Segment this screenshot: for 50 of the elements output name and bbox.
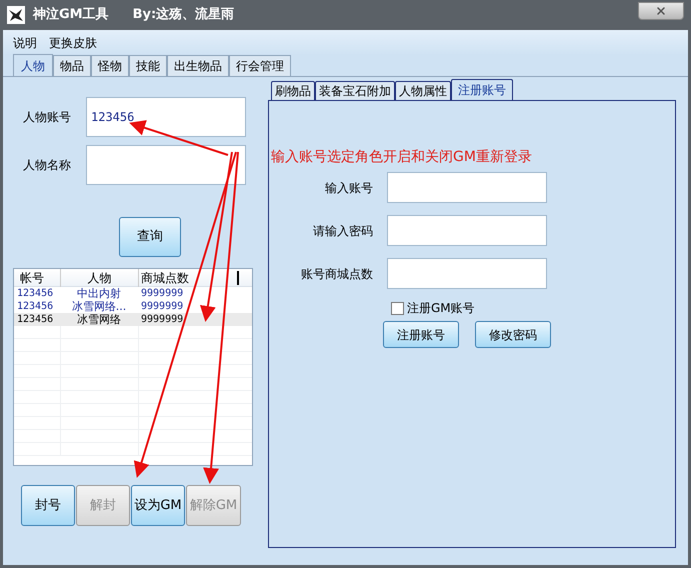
tab[interactable]: 技能 [129, 55, 167, 76]
tab[interactable]: 刷物品 [271, 81, 315, 100]
column-header[interactable]: 人物 [60, 269, 138, 286]
tab[interactable]: 注册账号 [451, 79, 513, 100]
tab[interactable]: 行会管理 [229, 55, 291, 76]
tab[interactable]: 物品 [53, 55, 91, 76]
table-row[interactable]: 123456 冰雪网络... 9999999 [14, 300, 252, 313]
tab[interactable]: 装备宝石附加 [315, 81, 395, 100]
input-field[interactable] [387, 172, 547, 203]
table-cell-text: 9999999 [140, 313, 184, 326]
menu-item[interactable]: 更换皮肤 [49, 34, 97, 52]
field-label: 请输入密码 [312, 222, 374, 240]
window-title: 神泣GM工具 [33, 6, 109, 24]
field-label: 账号商城点数 [300, 266, 374, 282]
action-button[interactable]: 设为GM [131, 485, 185, 526]
table-cell-text: 123456 [16, 313, 54, 326]
input-field[interactable] [387, 258, 547, 289]
window-author: By:这殇、流星雨 [132, 6, 234, 24]
table-cell-text: 9999999 [140, 287, 184, 300]
table-row[interactable]: 123456 冰雪网络 9999999 [14, 313, 252, 326]
column-header[interactable]: 商城点数 [138, 269, 234, 286]
table-cell-text: 冰雪网络... [70, 300, 128, 313]
input-field[interactable]: 123456 [86, 97, 246, 137]
checkbox-label[interactable]: 注册GM账号 [407, 299, 475, 317]
query-button[interactable]: 查询 [119, 217, 181, 257]
table-cell-text: 123456 [16, 287, 54, 300]
table-row[interactable]: 123456 中出内射 9999999 [14, 287, 252, 300]
table-cell-text: 123456 [16, 300, 54, 313]
table-cell-text: 中出内射 [76, 287, 122, 300]
close-icon [655, 5, 667, 17]
tab[interactable]: 人物 [13, 54, 53, 76]
action-button[interactable]: 封号 [21, 485, 75, 526]
bird-icon [7, 6, 25, 24]
form-button[interactable]: 修改密码 [475, 321, 551, 348]
input-field[interactable] [387, 215, 547, 246]
column-header[interactable]: 帐号 [14, 269, 60, 286]
tab[interactable]: 出生物品 [167, 55, 229, 76]
field-label: 人物名称 [23, 157, 72, 174]
menu-item[interactable]: 说明 [13, 34, 37, 52]
instruction-note: 输入账号选定角色开启和关闭GM重新登录 [271, 148, 532, 167]
checkbox[interactable] [391, 302, 404, 314]
table-cell-text: 9999999 [140, 300, 184, 313]
tab[interactable]: 人物属性 [395, 81, 451, 100]
close-button[interactable] [638, 2, 684, 20]
form-button[interactable]: 注册账号 [383, 321, 459, 348]
field-label: 人物账号 [23, 109, 72, 126]
table-cell-text: 冰雪网络 [76, 313, 122, 326]
tab[interactable]: 怪物 [91, 55, 129, 76]
input-field[interactable] [86, 145, 246, 185]
field-label: 输入账号 [324, 180, 374, 196]
